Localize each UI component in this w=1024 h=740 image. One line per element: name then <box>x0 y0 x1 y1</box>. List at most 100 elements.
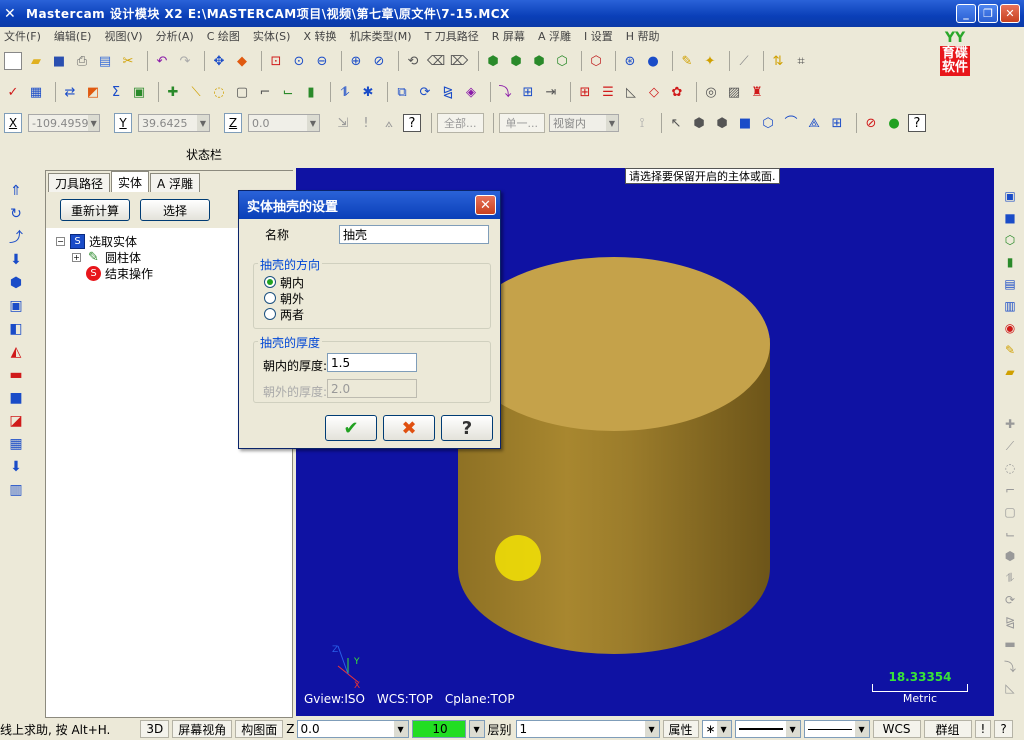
menu-xform[interactable]: X 转换 <box>303 28 336 44</box>
edit-pencil-icon[interactable]: ✎ <box>1002 342 1018 358</box>
nc-output-icon[interactable]: ▣ <box>130 83 148 101</box>
cut-icon[interactable]: ✂ <box>119 52 137 70</box>
groups-button[interactable]: 群组 <box>923 720 972 738</box>
recalculate-button[interactable]: 重新计算 <box>60 199 131 221</box>
close-button[interactable]: ✕ <box>1000 4 1020 23</box>
dim-corner-icon[interactable]: ⌙ <box>1002 526 1018 542</box>
draft-icon[interactable]: ◪ <box>7 412 25 430</box>
save-view-icon[interactable]: ■ <box>1002 210 1018 226</box>
dim-line-icon[interactable]: ⟋ <box>1002 438 1018 454</box>
point-icon[interactable]: ✚ <box>164 83 182 101</box>
selection-mode-select[interactable]: 视窗内 ▼ <box>549 114 619 132</box>
bottle-icon[interactable]: ♜ <box>748 83 766 101</box>
layer-icon[interactable]: ◎ <box>702 83 720 101</box>
menu-toolpaths[interactable]: T 刀具路径 <box>425 28 479 44</box>
dropdown-arrow-icon[interactable]: ▼ <box>469 721 484 737</box>
split-icon[interactable]: ✱ <box>359 83 377 101</box>
dropdown-arrow-icon[interactable]: ▼ <box>307 115 319 131</box>
tree-row-cylinder[interactable]: + ✎ 圆柱体 <box>56 249 153 265</box>
find-features-icon[interactable]: ⬇ <box>7 458 25 476</box>
dim-trim-icon[interactable]: ⥮ <box>1002 570 1018 586</box>
menu-edit[interactable]: 编辑(E) <box>54 28 92 44</box>
stretch-icon[interactable]: ⇥ <box>542 83 560 101</box>
radio-inward[interactable]: 朝内 <box>264 274 304 290</box>
alert-button[interactable]: ! <box>974 720 992 738</box>
circle-icon[interactable]: ◌ <box>210 83 228 101</box>
globe-view-icon[interactable]: ⊛ <box>621 52 639 70</box>
trim-icon[interactable]: ⥮ <box>336 83 354 101</box>
3d-button[interactable]: 3D <box>140 720 170 738</box>
construction-plane-button[interactable]: 构图面 <box>235 720 284 738</box>
stock-icon[interactable]: ◩ <box>84 83 102 101</box>
attributes-button[interactable]: 属性 <box>662 720 699 738</box>
cube-view-2-icon[interactable]: ⬢ <box>507 52 525 70</box>
dialog-close-icon[interactable]: ✕ <box>475 195 496 215</box>
repaint-icon[interactable]: ⟲ <box>404 52 422 70</box>
dropdown-arrow-icon[interactable]: ▼ <box>785 721 800 737</box>
dim-fillet-icon[interactable]: ⌐ <box>1002 482 1018 498</box>
pan-icon[interactable]: ✥ <box>210 52 228 70</box>
menu-analyze[interactable]: 分析(A) <box>156 28 194 44</box>
dim-offset-icon[interactable]: ⤵ <box>1002 658 1018 674</box>
tree-row-end[interactable]: S 结束操作 <box>56 265 153 281</box>
sphere-shade-icon[interactable]: ● <box>644 52 662 70</box>
shade-icon[interactable]: ◆ <box>233 52 251 70</box>
chamfer-solid-icon[interactable]: ◧ <box>7 320 25 338</box>
save-icon[interactable]: ■ <box>50 52 68 70</box>
menu-solids[interactable]: 实体(S) <box>253 28 291 44</box>
fast-point-icon[interactable]: ⇲ <box>334 114 352 132</box>
rotate-icon[interactable]: ⟳ <box>416 83 434 101</box>
operations-icon[interactable]: ▦ <box>27 83 45 101</box>
sort-icon[interactable]: ⇅ <box>769 52 787 70</box>
menu-screen[interactable]: R 屏幕 <box>492 28 525 44</box>
zoom-in-icon[interactable]: ⊕ <box>347 52 365 70</box>
shell-icon[interactable]: ◭ <box>7 343 25 361</box>
y-coord-field[interactable]: 39.6425 ▼ <box>138 114 210 132</box>
dim-plus-icon[interactable]: ✚ <box>1002 416 1018 432</box>
zoom-out-icon[interactable]: ⊖ <box>313 52 331 70</box>
chamfer-icon[interactable]: ⌙ <box>279 83 297 101</box>
status-help-button[interactable]: ? <box>994 720 1013 738</box>
offset-icon[interactable]: ⤵ <box>496 83 514 101</box>
solid-select-icon[interactable]: ⬢ <box>690 114 708 132</box>
select-help-icon[interactable]: ? <box>908 114 926 132</box>
translate-icon[interactable]: ⧉ <box>393 83 411 101</box>
radio-button[interactable] <box>264 308 276 320</box>
line-style-select[interactable]: ▼ <box>734 720 801 738</box>
menu-machine-type[interactable]: 机床类型(M) <box>350 28 412 44</box>
dim-hex-icon[interactable]: ⬢ <box>1002 548 1018 564</box>
scale-icon[interactable]: ◈ <box>462 83 480 101</box>
redo-icon[interactable]: ↷ <box>176 52 194 70</box>
point-style-select[interactable]: ∗ ▼ <box>701 720 732 738</box>
z-coord-field[interactable]: 0.0 ▼ <box>248 114 320 132</box>
print-icon[interactable]: ⎙ <box>73 52 91 70</box>
view-top-icon[interactable]: ▣ <box>1002 188 1018 204</box>
ok-button[interactable]: ✔ <box>325 415 377 441</box>
solid-manager-icon[interactable]: ▥ <box>7 481 25 499</box>
lock-icon[interactable]: ! <box>357 114 375 132</box>
z-depth-field[interactable]: 0.0 ▼ <box>296 720 409 738</box>
fillet-solid-icon[interactable]: ▣ <box>7 297 25 315</box>
brush-icon[interactable]: ⟋ <box>735 52 753 70</box>
mirror-icon[interactable]: ⧎ <box>439 83 457 101</box>
menu-create[interactable]: C 绘图 <box>207 28 240 44</box>
name-field[interactable]: 抽壳 <box>339 225 489 244</box>
wcs-button[interactable]: WCS <box>872 720 921 738</box>
dim-shape-icon[interactable]: ◺ <box>1002 680 1018 696</box>
dropdown-arrow-icon[interactable]: ▼ <box>606 115 618 131</box>
radio-button-checked[interactable] <box>264 276 276 288</box>
zoom-fit-icon[interactable]: ⊙ <box>290 52 308 70</box>
menu-file[interactable]: 文件(F) <box>4 28 41 44</box>
cube-view-1-icon[interactable]: ⬢ <box>484 52 502 70</box>
tag-icon[interactable]: ◇ <box>645 83 663 101</box>
extrude-icon[interactable]: ⇑ <box>7 182 25 200</box>
screen-view-button[interactable]: 屏幕视角 <box>172 720 233 738</box>
radio-button[interactable] <box>264 292 276 304</box>
toolpath-icon[interactable]: ⇄ <box>61 83 79 101</box>
outward-thickness-field[interactable]: 2.0 <box>327 379 417 398</box>
table-icon[interactable]: ☰ <box>599 83 617 101</box>
tree-row-root[interactable]: − S 选取实体 <box>56 233 153 249</box>
collapse-icon[interactable]: − <box>56 236 65 246</box>
radio-both[interactable]: 两者 <box>264 306 304 322</box>
mesh-icon[interactable]: ▨ <box>725 83 743 101</box>
